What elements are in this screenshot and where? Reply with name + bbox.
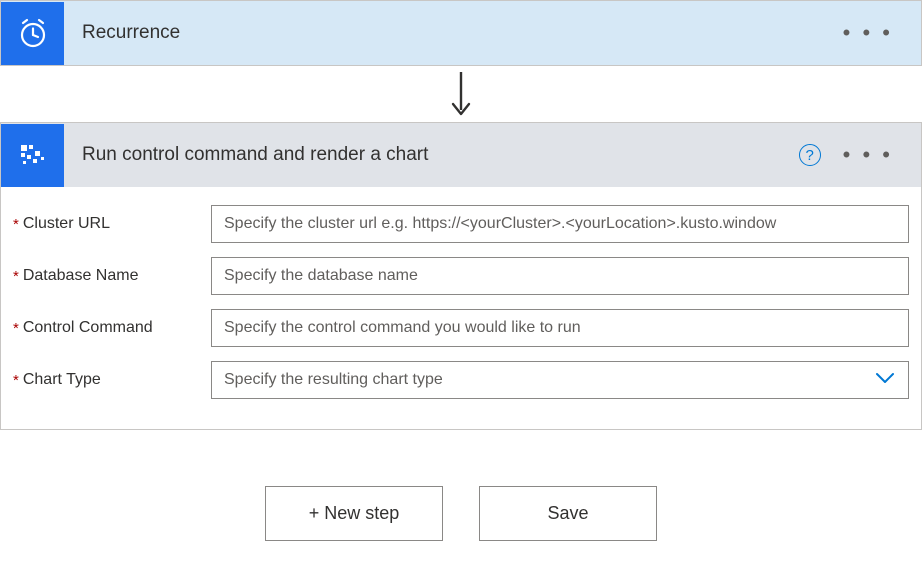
chart-type-label: * Chart Type [13, 371, 211, 389]
control-command-input[interactable] [211, 309, 909, 347]
database-name-label: * Database Name [13, 267, 211, 285]
new-step-button[interactable]: + New step [265, 486, 443, 541]
save-button[interactable]: Save [479, 486, 657, 541]
kusto-step-header[interactable]: Run control command and render a chart ?… [1, 123, 921, 187]
recurrence-menu-button[interactable]: • • • [843, 22, 893, 44]
chart-type-row: * Chart Type [13, 361, 909, 399]
cluster-url-row: * Cluster URL [13, 205, 909, 243]
database-name-input[interactable] [211, 257, 909, 295]
help-icon[interactable]: ? [799, 144, 821, 166]
required-marker: * [13, 372, 19, 389]
required-marker: * [13, 320, 19, 337]
required-marker: * [13, 216, 19, 233]
recurrence-icon [1, 2, 64, 65]
kusto-icon [1, 124, 64, 187]
cluster-url-input[interactable] [211, 205, 909, 243]
kusto-menu-button[interactable]: • • • [843, 144, 893, 166]
kusto-form: * Cluster URL * Database Name * [1, 187, 921, 429]
connector-arrow [0, 66, 922, 122]
recurrence-step-header[interactable]: Recurrence • • • [1, 1, 921, 65]
control-command-row: * Control Command [13, 309, 909, 347]
cluster-url-label: * Cluster URL [13, 215, 211, 233]
recurrence-step-title: Recurrence [64, 22, 843, 44]
required-marker: * [13, 268, 19, 285]
kusto-step-title: Run control command and render a chart [64, 144, 799, 166]
kusto-action-card: Run control command and render a chart ?… [0, 122, 922, 430]
recurrence-step-card: Recurrence • • • [0, 0, 922, 66]
database-name-row: * Database Name [13, 257, 909, 295]
chart-type-select[interactable] [211, 361, 909, 399]
footer-actions: + New step Save [0, 486, 922, 541]
control-command-label: * Control Command [13, 319, 211, 337]
